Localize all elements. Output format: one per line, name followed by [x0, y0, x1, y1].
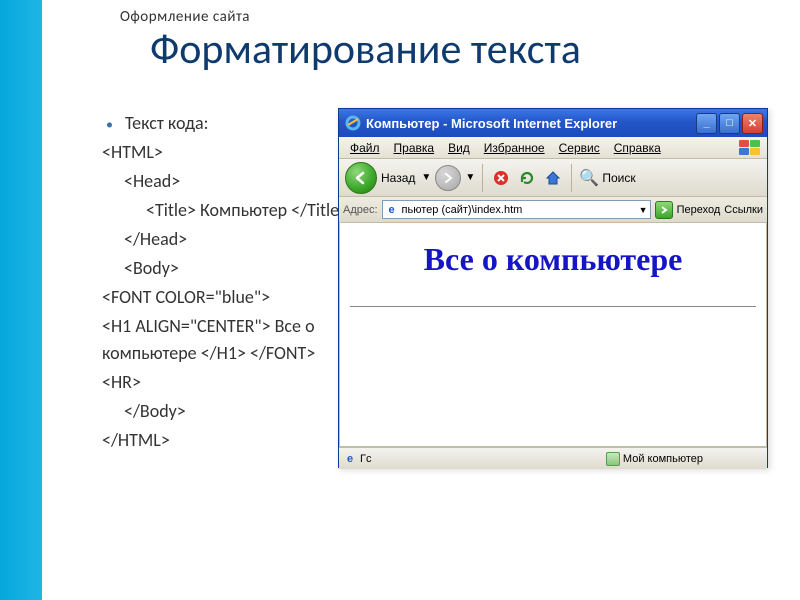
code-line: <Head> [102, 168, 362, 195]
window-title: Компьютер - Microsoft Internet Explorer [366, 116, 696, 131]
ie-app-icon [345, 115, 361, 131]
search-label: Поиск [602, 171, 635, 185]
home-button[interactable] [542, 167, 564, 189]
toolbar-separator [571, 164, 572, 192]
menu-help[interactable]: Справка [607, 139, 668, 157]
address-bar: Адрес: e пьютер (сайт)\index.htm ▼ Перех… [339, 197, 767, 223]
search-button[interactable]: 🔍 Поиск [579, 168, 635, 188]
forward-dropdown-icon[interactable]: ▼ [465, 172, 475, 183]
code-line: <Title> Компьютер </Title> [102, 197, 362, 224]
code-line: <HTML> [102, 139, 362, 166]
page-hr [350, 306, 756, 307]
code-line: </Body> [102, 398, 362, 425]
links-label[interactable]: Ссылки [724, 204, 763, 216]
code-line: <FONT COLOR="blue"> [102, 284, 362, 311]
code-line: </Head> [102, 226, 362, 253]
forward-button[interactable] [435, 165, 461, 191]
address-input[interactable]: e пьютер (сайт)\index.htm ▼ [382, 200, 651, 219]
code-line: <HR> [102, 369, 362, 396]
page-ie-icon: e [385, 203, 399, 217]
ie-window: Компьютер - Microsoft Internet Explorer … [338, 108, 768, 468]
windows-logo-icon [739, 139, 763, 157]
menu-file[interactable]: Файл [343, 139, 387, 157]
zone-icon [606, 452, 620, 466]
menu-edit[interactable]: Правка [387, 139, 442, 157]
toolbar: Назад ▼ ▼ 🔍 Поиск [339, 159, 767, 197]
slide-title: Форматирование текста [150, 24, 581, 75]
arrow-right-icon [659, 205, 669, 215]
maximize-button[interactable]: □ [719, 113, 740, 134]
search-icon: 🔍 [579, 168, 599, 188]
menubar: Файл Правка Вид Избранное Сервис Справка [339, 137, 767, 159]
arrow-left-icon [354, 171, 368, 185]
menu-tools[interactable]: Сервис [552, 139, 607, 157]
go-button[interactable] [655, 201, 673, 219]
menu-favorites[interactable]: Избранное [477, 139, 552, 157]
code-listing: • Текст кода: <HTML> <Head> <Title> Комп… [102, 110, 362, 456]
back-dropdown-icon[interactable]: ▼ [421, 172, 431, 183]
stop-button[interactable] [490, 167, 512, 189]
bullet-label: Текст кода: [125, 110, 209, 137]
status-ie-icon: e [343, 452, 357, 466]
address-value: пьютер (сайт)\index.htm [402, 204, 523, 216]
page-heading: Все о компьютере [350, 241, 756, 278]
arrow-right-icon [442, 172, 454, 184]
titlebar[interactable]: Компьютер - Microsoft Internet Explorer … [339, 109, 767, 137]
status-text: Гс [360, 453, 371, 465]
back-button[interactable] [345, 162, 377, 194]
code-line: <H1 ALIGN="CENTER"> Все о компьютере </H… [102, 313, 362, 367]
toolbar-separator [482, 164, 483, 192]
minimize-button[interactable]: _ [696, 113, 717, 134]
bullet-icon: • [106, 114, 113, 135]
refresh-button[interactable] [516, 167, 538, 189]
address-dropdown-icon[interactable]: ▼ [639, 205, 648, 215]
page-content: Все о компьютере [339, 223, 767, 447]
close-button[interactable]: ✕ [742, 113, 763, 134]
zone-label: Мой компьютер [623, 453, 703, 465]
back-label: Назад [381, 171, 415, 185]
menu-view[interactable]: Вид [441, 139, 477, 157]
status-bar: e Гс Мой компьютер [339, 447, 767, 469]
slide-accent-strip [0, 0, 42, 600]
address-label: Адрес: [343, 204, 378, 216]
code-line: </HTML> [102, 427, 362, 454]
go-label: Переход [677, 204, 721, 216]
code-line: <Body> [102, 255, 362, 282]
